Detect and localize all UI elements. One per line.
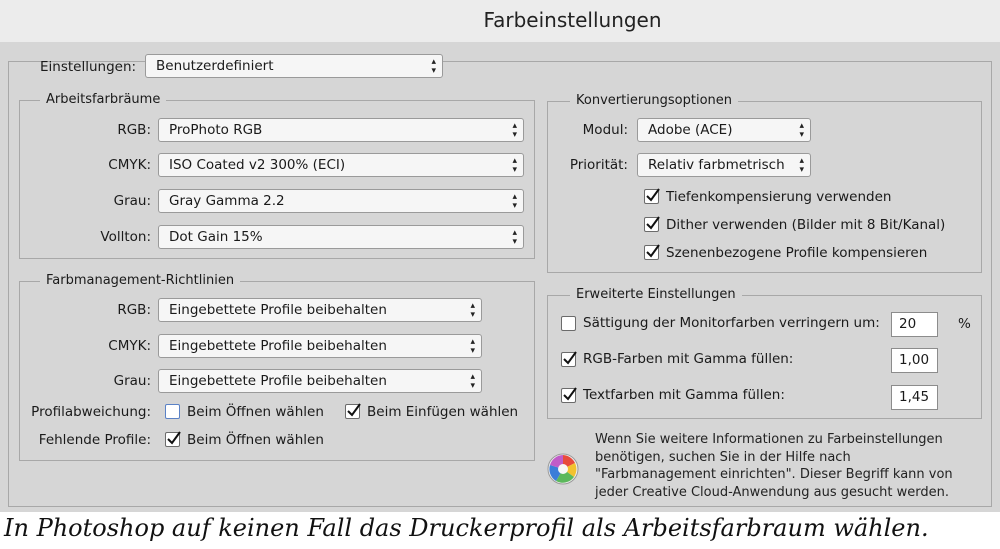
dither-label: Dither verwenden (Bilder mit 8 Bit/Kanal… (666, 217, 946, 233)
pol-rgb-value: Eingebettete Profile beibehalten (169, 302, 387, 318)
mismatch-paste-label: Beim Einfügen wählen (367, 404, 519, 420)
working-spaces-legend: Arbeitsfarbräume (40, 92, 167, 107)
dropdown-arrows-icon: ▴ ▾ (512, 228, 517, 247)
rgb-gamma-checkbox[interactable] (561, 351, 577, 367)
rgb-gamma-label: RGB-Farben mit Gamma füllen: (583, 351, 794, 367)
dropdown-arrows-icon: ▴ ▾ (512, 192, 517, 211)
engine-label: Modul: (582, 122, 628, 138)
desaturate-input[interactable]: 20 (891, 312, 938, 337)
settings-preset-value: Benutzerdefiniert (156, 58, 274, 74)
ws-cmyk-label: CMYK: (108, 157, 151, 173)
pol-cmyk-value: Eingebettete Profile beibehalten (169, 338, 387, 354)
checkmark-icon (167, 431, 181, 445)
pol-gray-value: Eingebettete Profile beibehalten (169, 373, 387, 389)
text-gamma-input[interactable]: 1,45 (891, 385, 938, 410)
policies-legend: Farbmanagement-Richtlinien (40, 273, 241, 288)
conversion-legend: Konvertierungsoptionen (570, 93, 739, 108)
title-bar: Farbeinstellungen (0, 0, 1000, 42)
intent-value: Relativ farbmetrisch (648, 157, 785, 173)
pol-cmyk-select[interactable]: Eingebettete Profile beibehalten ▴ ▾ (158, 334, 482, 358)
intent-select[interactable]: Relativ farbmetrisch ▴ ▾ (637, 153, 811, 177)
dither-checkbox[interactable] (644, 216, 660, 232)
ws-cmyk-value: ISO Coated v2 300% (ECI) (169, 157, 346, 173)
mismatch-open-checkbox[interactable] (165, 404, 180, 419)
pol-gray-select[interactable]: Eingebettete Profile beibehalten ▴ ▾ (158, 369, 482, 393)
scene-profiles-checkbox[interactable] (644, 244, 660, 260)
ws-gray-select[interactable]: Gray Gamma 2.2 ▴ ▾ (158, 189, 524, 213)
checkmark-icon (563, 387, 577, 401)
checkmark-icon (646, 244, 660, 258)
help-info-text: Wenn Sie weitere Informationen zu Farbei… (595, 432, 953, 500)
checkmark-icon (646, 216, 660, 230)
ws-spot-select[interactable]: Dot Gain 15% ▴ ▾ (158, 225, 524, 249)
ws-gray-value: Gray Gamma 2.2 (169, 193, 285, 209)
pol-rgb-label: RGB: (117, 302, 151, 318)
pol-rgb-select[interactable]: Eingebettete Profile beibehalten ▴ ▾ (158, 298, 482, 322)
dialog-title: Farbeinstellungen (483, 8, 662, 32)
missing-label: Fehlende Profile: (38, 432, 151, 448)
color-settings-dialog: Farbeinstellungen Einstellungen: Benutze… (0, 0, 1000, 512)
bpc-checkbox[interactable] (644, 188, 660, 204)
rgb-gamma-input[interactable]: 1,00 (891, 348, 938, 373)
dropdown-arrows-icon: ▴ ▾ (470, 301, 475, 320)
ws-rgb-select[interactable]: ProPhoto RGB ▴ ▾ (158, 118, 524, 142)
advanced-legend: Erweiterte Einstellungen (570, 287, 742, 302)
dropdown-arrows-icon: ▴ ▾ (799, 156, 804, 175)
text-gamma-checkbox[interactable] (561, 387, 577, 403)
checkmark-icon (347, 403, 361, 417)
checkmark-icon (646, 188, 660, 202)
dropdown-arrows-icon: ▴ ▾ (470, 372, 475, 391)
ws-rgb-label: RGB: (117, 122, 151, 138)
dropdown-arrows-icon: ▴ ▾ (512, 121, 517, 140)
pol-gray-label: Grau: (113, 373, 151, 389)
missing-open-label: Beim Öffnen wählen (187, 432, 324, 448)
intent-label: Priorität: (569, 157, 628, 173)
ws-gray-label: Grau: (113, 193, 151, 209)
mismatch-label: Profilabweichung: (31, 404, 151, 420)
image-caption: In Photoshop auf keinen Fall das Drucker… (4, 514, 929, 542)
mismatch-paste-checkbox[interactable] (345, 403, 361, 419)
engine-select[interactable]: Adobe (ACE) ▴ ▾ (637, 118, 811, 142)
engine-value: Adobe (ACE) (648, 122, 733, 138)
dropdown-arrows-icon: ▴ ▾ (512, 156, 517, 175)
desaturate-label: Sättigung der Monitorfarben verringern u… (583, 315, 880, 331)
color-wheel-icon (546, 452, 580, 486)
scene-profiles-label: Szenenbezogene Profile kompensieren (666, 245, 928, 261)
settings-label: Einstellungen: (40, 59, 137, 75)
percent-unit: % (958, 316, 971, 332)
ws-spot-label: Vollton: (100, 229, 151, 245)
dropdown-arrows-icon: ▴ ▾ (799, 121, 804, 140)
ws-cmyk-select[interactable]: ISO Coated v2 300% (ECI) ▴ ▾ (158, 153, 524, 177)
ws-rgb-value: ProPhoto RGB (169, 122, 263, 138)
dropdown-arrows-icon: ▴ ▾ (431, 57, 436, 76)
settings-preset-select[interactable]: Benutzerdefiniert ▴ ▾ (145, 54, 443, 78)
ws-spot-value: Dot Gain 15% (169, 229, 263, 245)
checkmark-icon (563, 351, 577, 365)
bpc-label: Tiefenkompensierung verwenden (666, 189, 892, 205)
missing-open-checkbox[interactable] (165, 431, 181, 447)
dropdown-arrows-icon: ▴ ▾ (470, 337, 475, 356)
text-gamma-label: Textfarben mit Gamma füllen: (583, 387, 785, 403)
pol-cmyk-label: CMYK: (108, 338, 151, 354)
desaturate-checkbox[interactable] (561, 316, 576, 331)
mismatch-open-label: Beim Öffnen wählen (187, 404, 324, 420)
